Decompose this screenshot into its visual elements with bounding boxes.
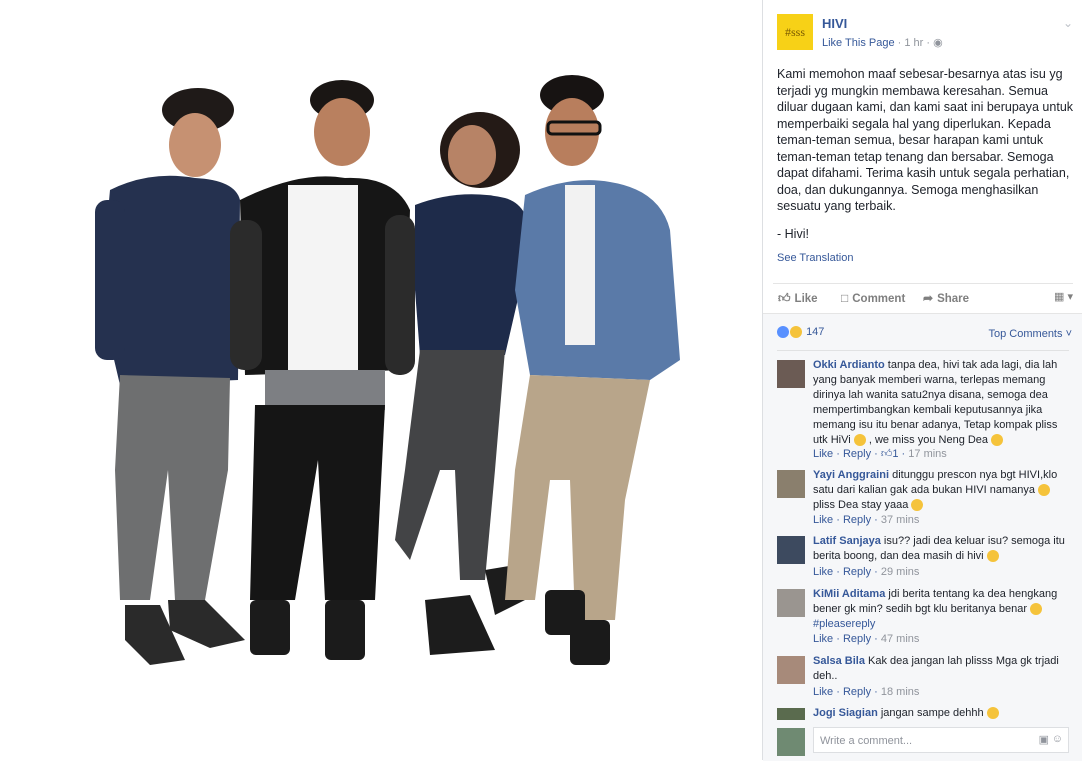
divider xyxy=(777,350,1069,351)
comment-text: Jogi Siagian jangan sampe dehhh xyxy=(813,706,1071,720)
hashtag-link[interactable]: #pleasereply xyxy=(813,618,875,630)
comment-like-count[interactable]: 1 xyxy=(892,448,898,460)
comment-reply-link[interactable]: Reply xyxy=(843,633,871,645)
smile-emoji-icon xyxy=(986,707,999,720)
comments-panel: 147 Top Comments ˅ Okki Ardianto tanpa d… xyxy=(763,313,1082,761)
post-header: #sss HIVI Like This Page · 1 hr · ◉ ⌄ xyxy=(777,14,1077,54)
sad-emoji-icon xyxy=(1030,603,1043,616)
globe-icon: ◉ xyxy=(933,37,943,49)
share-button[interactable]: ➦ Share xyxy=(923,291,969,305)
smile-emoji-icon xyxy=(986,550,999,563)
comment-body-end: pliss Dea stay yaaa xyxy=(813,499,909,511)
comment-button[interactable]: □ Comment xyxy=(841,291,905,305)
camera-icon[interactable]: ▣ xyxy=(1039,733,1049,746)
avatar[interactable] xyxy=(777,536,805,564)
comment-item: Jogi Siagian jangan sampe dehhh xyxy=(777,706,1075,720)
chevron-down-icon[interactable]: ⌄ xyxy=(1063,16,1073,30)
top-comments-label: Top Comments xyxy=(988,328,1063,340)
thumbs-up-icon: 👍︎ xyxy=(778,291,791,305)
comment-time[interactable]: 18 mins xyxy=(881,686,920,698)
reaction-summary[interactable]: 147 xyxy=(777,326,825,339)
page-thumb-icon: ▦ xyxy=(1054,291,1065,303)
page-name[interactable]: HIVI xyxy=(822,16,847,31)
post-actions: 👍︎ Like □ Comment ➦ Share ▦ ▾ xyxy=(773,283,1073,314)
comment-time[interactable]: 47 mins xyxy=(881,633,920,645)
chevron-down-icon: ▾ xyxy=(1067,291,1073,303)
comment-icon: □ xyxy=(841,291,849,305)
comment-text: Yayi Anggraini ditunggu prescon nya bgt … xyxy=(813,468,1071,513)
commenter-name[interactable]: Latif Sanjaya xyxy=(813,535,881,547)
write-comment-row: Write a comment... ▣ ☺ xyxy=(777,726,1075,758)
comment-text: KiMii Aditama jdi berita tentang ka dea … xyxy=(813,587,1071,632)
thumbs-up-icon: 👍︎ xyxy=(880,448,893,460)
comment-reply-link[interactable]: Reply xyxy=(843,566,871,578)
comment-body: tanpa dea, hivi tak ada lagi, dia lah ya… xyxy=(813,359,1058,446)
smile-emoji-icon xyxy=(853,434,866,447)
comment-time[interactable]: 29 mins xyxy=(881,566,920,578)
comment-reply-link[interactable]: Reply xyxy=(843,448,871,460)
page-logo[interactable]: #sss xyxy=(777,14,813,50)
avatar[interactable] xyxy=(777,589,805,617)
comment-reply-link[interactable]: Reply xyxy=(843,686,871,698)
see-translation-link[interactable]: See Translation xyxy=(777,252,853,264)
comment-body-end: , we miss you Neng Dea xyxy=(868,434,989,446)
post-sidebar: #sss HIVI Like This Page · 1 hr · ◉ ⌄ Ka… xyxy=(762,0,1082,761)
comment-like-link[interactable]: Like xyxy=(813,686,833,698)
avatar[interactable] xyxy=(777,728,805,756)
avatar[interactable] xyxy=(777,470,805,498)
comment-text: Latif Sanjaya isu?? jadi dea keluar isu?… xyxy=(813,534,1071,564)
avatar[interactable] xyxy=(777,360,805,388)
commenter-name[interactable]: KiMii Aditama xyxy=(813,588,885,600)
like-button[interactable]: 👍︎ Like xyxy=(778,291,818,306)
like-page-link[interactable]: Like This Page xyxy=(822,37,895,49)
commenter-name[interactable]: Jogi Siagian xyxy=(813,707,878,719)
emoji-icon[interactable]: ☺ xyxy=(1052,733,1063,745)
comment-like-link[interactable]: Like xyxy=(813,566,833,578)
share-icon: ➦ xyxy=(923,291,934,305)
comment-footer: Like · Reply · 37 mins xyxy=(813,514,920,526)
top-comments-dropdown[interactable]: Top Comments ˅ xyxy=(989,328,1072,340)
sad-reaction-icon xyxy=(790,326,802,339)
comment-body: jangan sampe dehhh xyxy=(880,707,984,719)
reaction-count: 147 xyxy=(806,326,825,338)
commenter-name[interactable]: Salsa Bila xyxy=(813,655,865,667)
commenter-name[interactable]: Okki Ardianto xyxy=(813,359,885,371)
post-as-selector[interactable]: ▦ ▾ xyxy=(1054,290,1073,303)
comment-text: Salsa Bila Kak dea jangan lah plisss Mga… xyxy=(813,654,1071,684)
comment-footer: Like · Reply · 29 mins xyxy=(813,566,920,578)
like-reaction-icon xyxy=(777,326,789,339)
band-photo-illustration xyxy=(0,0,762,760)
post-photo[interactable] xyxy=(0,0,762,760)
comment-footer: Like · Reply · 👍︎1 · 17 mins xyxy=(813,448,947,460)
avatar[interactable] xyxy=(777,708,805,720)
like-label: Like xyxy=(794,293,818,305)
comment-time[interactable]: 17 mins xyxy=(908,448,947,460)
post-meta: Like This Page · 1 hr · ◉ xyxy=(822,36,943,49)
post-signature: - Hivi! xyxy=(777,226,809,241)
smile-emoji-icon xyxy=(1038,484,1051,497)
chevron-down-icon: ˅ xyxy=(1065,328,1072,340)
avatar[interactable] xyxy=(777,656,805,684)
share-label: Share xyxy=(937,293,970,305)
comment-footer: Like · Reply · 47 mins xyxy=(813,633,920,645)
comment-like-link[interactable]: Like xyxy=(813,514,833,526)
comment-reply-link[interactable]: Reply xyxy=(843,514,871,526)
comment-text: Okki Ardianto tanpa dea, hivi tak ada la… xyxy=(813,358,1071,448)
smile-emoji-icon xyxy=(991,434,1004,447)
post-time[interactable]: 1 hr xyxy=(904,37,923,49)
post-text: Kami memohon maaf sebesar-besarnya atas … xyxy=(777,66,1073,253)
comment-like-link[interactable]: Like xyxy=(813,633,833,645)
comment-like-link[interactable]: Like xyxy=(813,448,833,460)
comment-footer: Like · Reply · 18 mins xyxy=(813,686,920,698)
comment-input[interactable]: Write a comment... xyxy=(813,727,1069,753)
smile-emoji-icon xyxy=(911,499,924,512)
post-paragraph: Kami memohon maaf sebesar-besarnya atas … xyxy=(777,67,1074,213)
comment-label: Comment xyxy=(852,293,906,305)
comment-time[interactable]: 37 mins xyxy=(881,514,920,526)
commenter-name[interactable]: Yayi Anggraini xyxy=(813,469,889,481)
